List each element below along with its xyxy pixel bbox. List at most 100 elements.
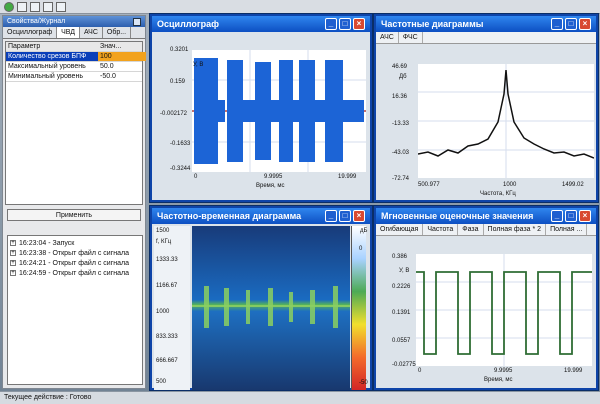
y-unit: У, В	[399, 268, 410, 274]
spectrogram-window: Частотно-временная диаграмма _ □ × дБ 0 …	[150, 206, 372, 390]
x-axis-title: Время, мс	[484, 377, 513, 383]
tab-phase[interactable]: Фаза	[458, 224, 484, 235]
expand-icon[interactable]: +	[10, 240, 16, 246]
envelope-svg	[416, 254, 592, 366]
oscillograph-svg	[192, 50, 366, 172]
y-unit: Дб	[399, 74, 407, 80]
colorbar-label: дБ	[360, 228, 368, 234]
log-item[interactable]: +16:23:38 - Открыт файл с сигнала	[10, 248, 140, 258]
oscillograph-plot	[192, 50, 366, 172]
frequency-plot	[417, 64, 595, 178]
y-unit: У, В	[193, 62, 204, 68]
x-label: 1499.02	[562, 182, 584, 188]
properties-title: Свойства/Журнал	[3, 16, 145, 27]
signal-burst	[315, 100, 325, 122]
spectrogram-titlebar: Частотно-временная диаграмма _ □ ×	[152, 208, 370, 224]
signal-burst	[194, 58, 218, 164]
tab-frequency[interactable]: Частота	[423, 224, 459, 235]
frequency-titlebar: Частотные диаграммы _ □ ×	[376, 16, 596, 32]
y-label: -0.002172	[160, 111, 188, 117]
minimize-icon[interactable]: _	[325, 18, 337, 30]
signal-burst	[299, 60, 315, 162]
tab-full-phase[interactable]: Полная ...	[546, 224, 588, 235]
file-icon[interactable]	[17, 1, 27, 12]
tab-other[interactable]: Обр...	[103, 27, 132, 38]
instant-values-titlebar: Мгновенные оценочные значения _ □ ×	[376, 208, 596, 224]
parameter-name[interactable]: Минимальный уровень	[6, 72, 98, 81]
log-item[interactable]: +16:24:21 - Открыт файл с сигнала	[10, 258, 140, 268]
y-label: 1166.67	[156, 283, 178, 289]
y-label: 1000	[156, 309, 170, 315]
application-window: Свойства/Журнал Осциллограф ЧВД АЧС Обр.…	[0, 0, 600, 404]
parameter-value[interactable]: 50.0	[98, 62, 146, 71]
close-icon[interactable]	[133, 17, 141, 26]
tab-chvd[interactable]: ЧВД	[57, 27, 81, 38]
close-icon[interactable]: ×	[579, 210, 591, 222]
parameter-name[interactable]: Максимальный уровень	[6, 62, 98, 71]
signal-burst	[243, 100, 255, 122]
y-label: -72.74	[392, 176, 410, 182]
tab-full-phase-x2[interactable]: Полная фаза * 2	[484, 224, 547, 235]
y-label: -13.33	[392, 121, 410, 127]
x-label: 1000	[503, 182, 517, 188]
table-row[interactable]: Минимальный уровень -50.0	[6, 72, 142, 82]
parameter-name[interactable]: Количество срезов БПФ	[6, 52, 98, 61]
tab-phase-spectrum[interactable]: ФЧС	[399, 32, 423, 43]
frequency-svg	[417, 64, 595, 178]
tab-envelope[interactable]: Огибающая	[376, 224, 424, 235]
maximize-icon[interactable]: □	[339, 18, 351, 30]
signal-burst	[218, 100, 225, 122]
expand-icon[interactable]: +	[10, 260, 16, 266]
log-item[interactable]: +16:24:59 - Открыт файл с сигнала	[10, 268, 140, 278]
toolbar	[0, 0, 600, 14]
close-icon[interactable]: ×	[353, 210, 365, 222]
minimize-icon[interactable]: _	[325, 210, 337, 222]
expand-icon[interactable]: +	[10, 270, 16, 276]
frequency-tabs: АЧС ФЧС	[376, 32, 596, 44]
x-axis-title: Частота, КГц	[480, 191, 516, 197]
properties-log-panel: Свойства/Журнал Осциллограф ЧВД АЧС Обр.…	[2, 15, 146, 389]
tab-amplitude-spectrum[interactable]: АЧС	[376, 32, 399, 43]
y-label: -0.02775	[392, 362, 416, 368]
y-label: 0.0557	[392, 338, 411, 344]
run-icon[interactable]	[4, 1, 14, 12]
signal-burst	[279, 60, 293, 162]
y-label: 0.1391	[392, 310, 411, 316]
y-unit: f, КГц	[156, 239, 172, 245]
cut-icon[interactable]	[30, 1, 40, 12]
apply-button[interactable]: Применить	[7, 209, 141, 221]
parameter-value[interactable]: 100	[98, 52, 146, 61]
minimize-icon[interactable]: _	[551, 18, 563, 30]
table-row[interactable]: Количество срезов БПФ 100	[6, 52, 146, 62]
header-value: Знач...	[100, 43, 122, 50]
minimize-icon[interactable]: _	[551, 210, 563, 222]
x-label: 9.9995	[494, 368, 513, 374]
maximize-icon[interactable]: □	[339, 210, 351, 222]
x-label: 19.999	[338, 174, 357, 180]
close-icon[interactable]: ×	[579, 18, 591, 30]
tab-achs[interactable]: АЧС	[80, 27, 103, 38]
y-label: 16.36	[392, 94, 408, 100]
maximize-icon[interactable]: □	[565, 210, 577, 222]
parameter-value[interactable]: -50.0	[98, 72, 146, 81]
signal-burst	[255, 62, 271, 160]
copy-icon[interactable]	[43, 1, 53, 12]
close-icon[interactable]: ×	[353, 18, 365, 30]
maximize-icon[interactable]: □	[565, 18, 577, 30]
colorbar-label: 0	[359, 246, 363, 252]
colorbar-label: -50	[359, 380, 368, 386]
table-row[interactable]: Максимальный уровень 50.0	[6, 62, 142, 72]
table-header: Параметр Знач...	[6, 42, 142, 52]
signal-burst	[271, 100, 279, 122]
signal-burst	[325, 60, 343, 162]
expand-icon[interactable]: +	[10, 250, 16, 256]
event-log: +16:23:04 - Запуск +16:23:38 - Открыт фа…	[7, 235, 143, 385]
y-label: -43.03	[392, 150, 410, 156]
y-label: -0.1633	[170, 141, 191, 147]
log-item[interactable]: +16:23:04 - Запуск	[10, 238, 140, 248]
tab-oscillograph[interactable]: Осциллограф	[3, 27, 58, 38]
spectrogram-svg	[192, 226, 350, 390]
grid-icon[interactable]	[56, 1, 66, 12]
y-label: 1333.33	[156, 257, 178, 263]
x-label: 0	[194, 174, 198, 180]
